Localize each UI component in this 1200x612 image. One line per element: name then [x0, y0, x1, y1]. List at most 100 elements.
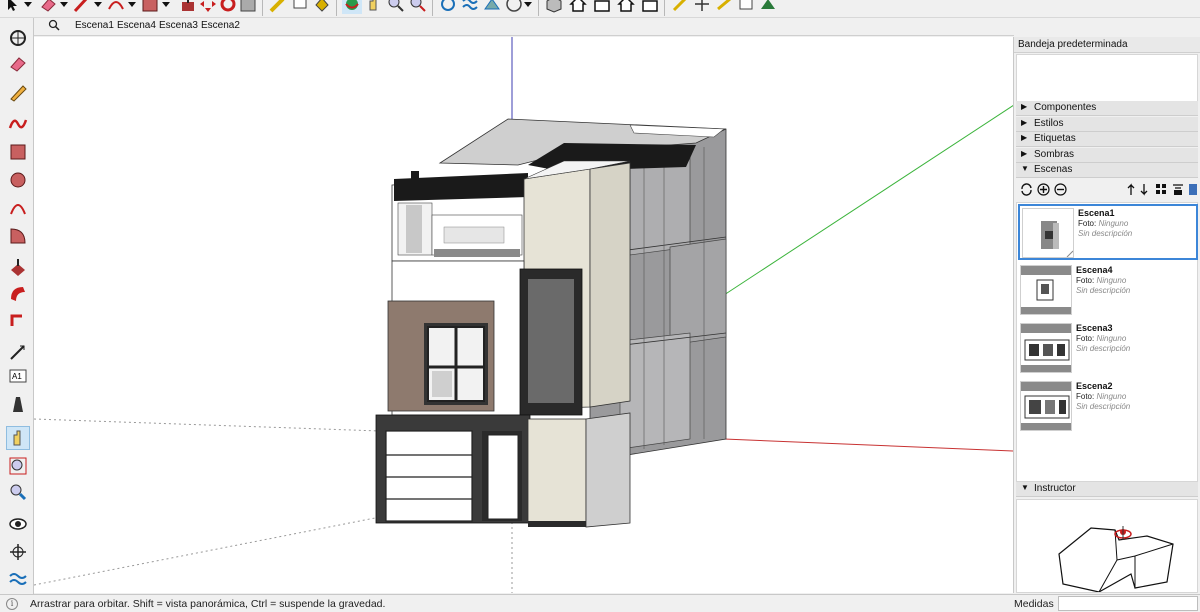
text-label-icon[interactable]	[290, 0, 310, 14]
tape-measure-icon[interactable]	[268, 0, 288, 14]
eraser-tool-icon[interactable]	[6, 52, 30, 76]
scene-thumbnail	[1020, 323, 1072, 373]
pencil-tool-icon[interactable]	[6, 80, 30, 104]
panel-label: Componentes	[1034, 102, 1097, 113]
select-tool-icon[interactable]	[6, 26, 30, 50]
orbit-tool-icon[interactable]	[6, 426, 30, 450]
axes-icon[interactable]	[692, 0, 712, 14]
section-plane-tool-icon[interactable]	[6, 568, 30, 592]
scene-name: Escena1	[1078, 208, 1115, 218]
zoom-icon[interactable]	[386, 0, 406, 14]
scene-description: Sin descripción	[1076, 286, 1131, 295]
list-item[interactable]: Escena1 Foto: Ninguno Sin descripción	[1018, 204, 1198, 260]
styles-icon[interactable]	[504, 0, 524, 14]
panel-estilos[interactable]: ▶ Estilos	[1016, 117, 1198, 132]
arc-icon[interactable]	[106, 0, 126, 14]
follow-me-tool-icon[interactable]	[6, 282, 30, 306]
move-scene-up-icon[interactable]	[1126, 183, 1136, 199]
search-icon[interactable]	[48, 19, 60, 34]
list-item[interactable]: Escena4 Foto: Ninguno Sin descripción	[1018, 263, 1198, 319]
tape-measure-tool-icon[interactable]	[6, 340, 30, 364]
dropdown-icon[interactable]	[522, 0, 534, 14]
extension-icon[interactable]	[460, 0, 480, 14]
3d-text-icon[interactable]	[736, 0, 756, 14]
layers-icon[interactable]	[758, 0, 778, 14]
position-camera-tool-icon[interactable]	[6, 540, 30, 564]
view-options-icon[interactable]	[1155, 183, 1169, 199]
panel-sombras[interactable]: ▶ Sombras	[1016, 148, 1198, 163]
dropdown-icon[interactable]	[22, 0, 34, 14]
dropdown-icon[interactable]	[92, 0, 104, 14]
dimension-icon[interactable]	[714, 0, 734, 14]
add-scene-icon[interactable]	[1037, 183, 1050, 199]
dropdown-icon[interactable]	[160, 0, 172, 14]
scene-photo: Foto: Ninguno	[1076, 392, 1126, 401]
scene-settings-icon[interactable]	[1188, 183, 1198, 199]
freehand-tool-icon[interactable]	[6, 112, 30, 136]
rectangle-tool-icon[interactable]	[6, 140, 30, 164]
pencil-line-icon[interactable]	[72, 0, 92, 14]
status-bar: i Arrastrar para orbitar. Shift = vista …	[0, 594, 1200, 612]
toolbar-separator	[664, 0, 665, 16]
tab-escena4[interactable]: Escena4	[117, 20, 156, 31]
push-pull-icon[interactable]	[178, 0, 198, 14]
measures-input[interactable]	[1058, 596, 1198, 611]
component-icon[interactable]	[544, 0, 564, 14]
refresh-scene-icon[interactable]	[1020, 183, 1033, 199]
text-tool-icon[interactable]: A1	[6, 366, 30, 390]
toolbar-separator	[538, 0, 539, 16]
expand-arrow-icon: ▶	[1021, 149, 1028, 158]
photo-value: Ninguno	[1096, 334, 1127, 343]
dropdown-icon[interactable]	[58, 0, 70, 14]
house-icon[interactable]	[568, 0, 588, 14]
warehouse-icon[interactable]	[438, 0, 458, 14]
3d-text-tool-icon[interactable]	[6, 392, 30, 416]
push-pull-tool-icon[interactable]	[6, 256, 30, 280]
default-tray: Bandeja predeterminada ▶ Componentes ▶ E…	[1014, 37, 1200, 593]
zoom-extents-tool-icon[interactable]	[6, 480, 30, 504]
rotate-icon[interactable]	[218, 0, 238, 14]
polygon-tool-icon[interactable]	[6, 168, 30, 192]
house-icon[interactable]	[616, 0, 636, 14]
zoom-window-tool-icon[interactable]	[6, 454, 30, 478]
eraser-icon[interactable]	[38, 0, 58, 14]
model-drawing	[34, 37, 1013, 593]
pie-tool-icon[interactable]	[6, 224, 30, 248]
list-item[interactable]: Escena3 Foto: Ninguno Sin descripción	[1018, 321, 1198, 377]
sandbox-icon[interactable]	[482, 0, 502, 14]
dropdown-icon[interactable]	[126, 0, 138, 14]
rectangle-icon[interactable]	[140, 0, 160, 14]
panel-escenas[interactable]: ▼ Escenas	[1016, 163, 1198, 178]
offset-tool-icon[interactable]	[6, 308, 30, 332]
orbit-icon[interactable]	[342, 0, 362, 14]
move-scene-down-icon[interactable]	[1139, 183, 1149, 199]
panel-instructor[interactable]: ▼ Instructor	[1016, 482, 1198, 497]
toolbar-separator	[336, 0, 337, 16]
remove-scene-icon[interactable]	[1054, 183, 1067, 199]
house-icon[interactable]	[592, 0, 612, 14]
scene-thumbnail	[1020, 381, 1072, 431]
toolbar-separator	[262, 0, 263, 16]
offset-icon[interactable]	[238, 0, 258, 14]
move-icon[interactable]	[198, 0, 218, 14]
pan-icon[interactable]	[364, 0, 384, 14]
list-item[interactable]: Escena2 Foto: Ninguno Sin descripción	[1018, 379, 1198, 435]
panel-etiquetas[interactable]: ▶ Etiquetas	[1016, 132, 1198, 147]
scene-details-icon[interactable]	[1172, 183, 1184, 199]
zoom-extents-icon[interactable]	[408, 0, 428, 14]
paint-bucket-icon[interactable]	[312, 0, 332, 14]
tab-escena1[interactable]: Escena1	[75, 20, 114, 31]
info-icon[interactable]: i	[6, 598, 18, 610]
section-icon[interactable]	[670, 0, 690, 14]
panel-label: Estilos	[1034, 118, 1064, 129]
tab-escena3[interactable]: Escena3	[159, 20, 198, 31]
panel-componentes[interactable]: ▶ Componentes	[1016, 101, 1198, 116]
tab-escena2[interactable]: Escena2	[201, 20, 240, 31]
select-arrow-icon[interactable]	[2, 0, 22, 14]
panel-label: Etiquetas	[1034, 133, 1076, 144]
photo-label: Foto:	[1076, 276, 1095, 285]
look-around-tool-icon[interactable]	[6, 512, 30, 536]
arc-tool-icon[interactable]	[6, 196, 30, 220]
house-icon[interactable]	[640, 0, 660, 14]
3d-viewport[interactable]	[34, 37, 1014, 593]
